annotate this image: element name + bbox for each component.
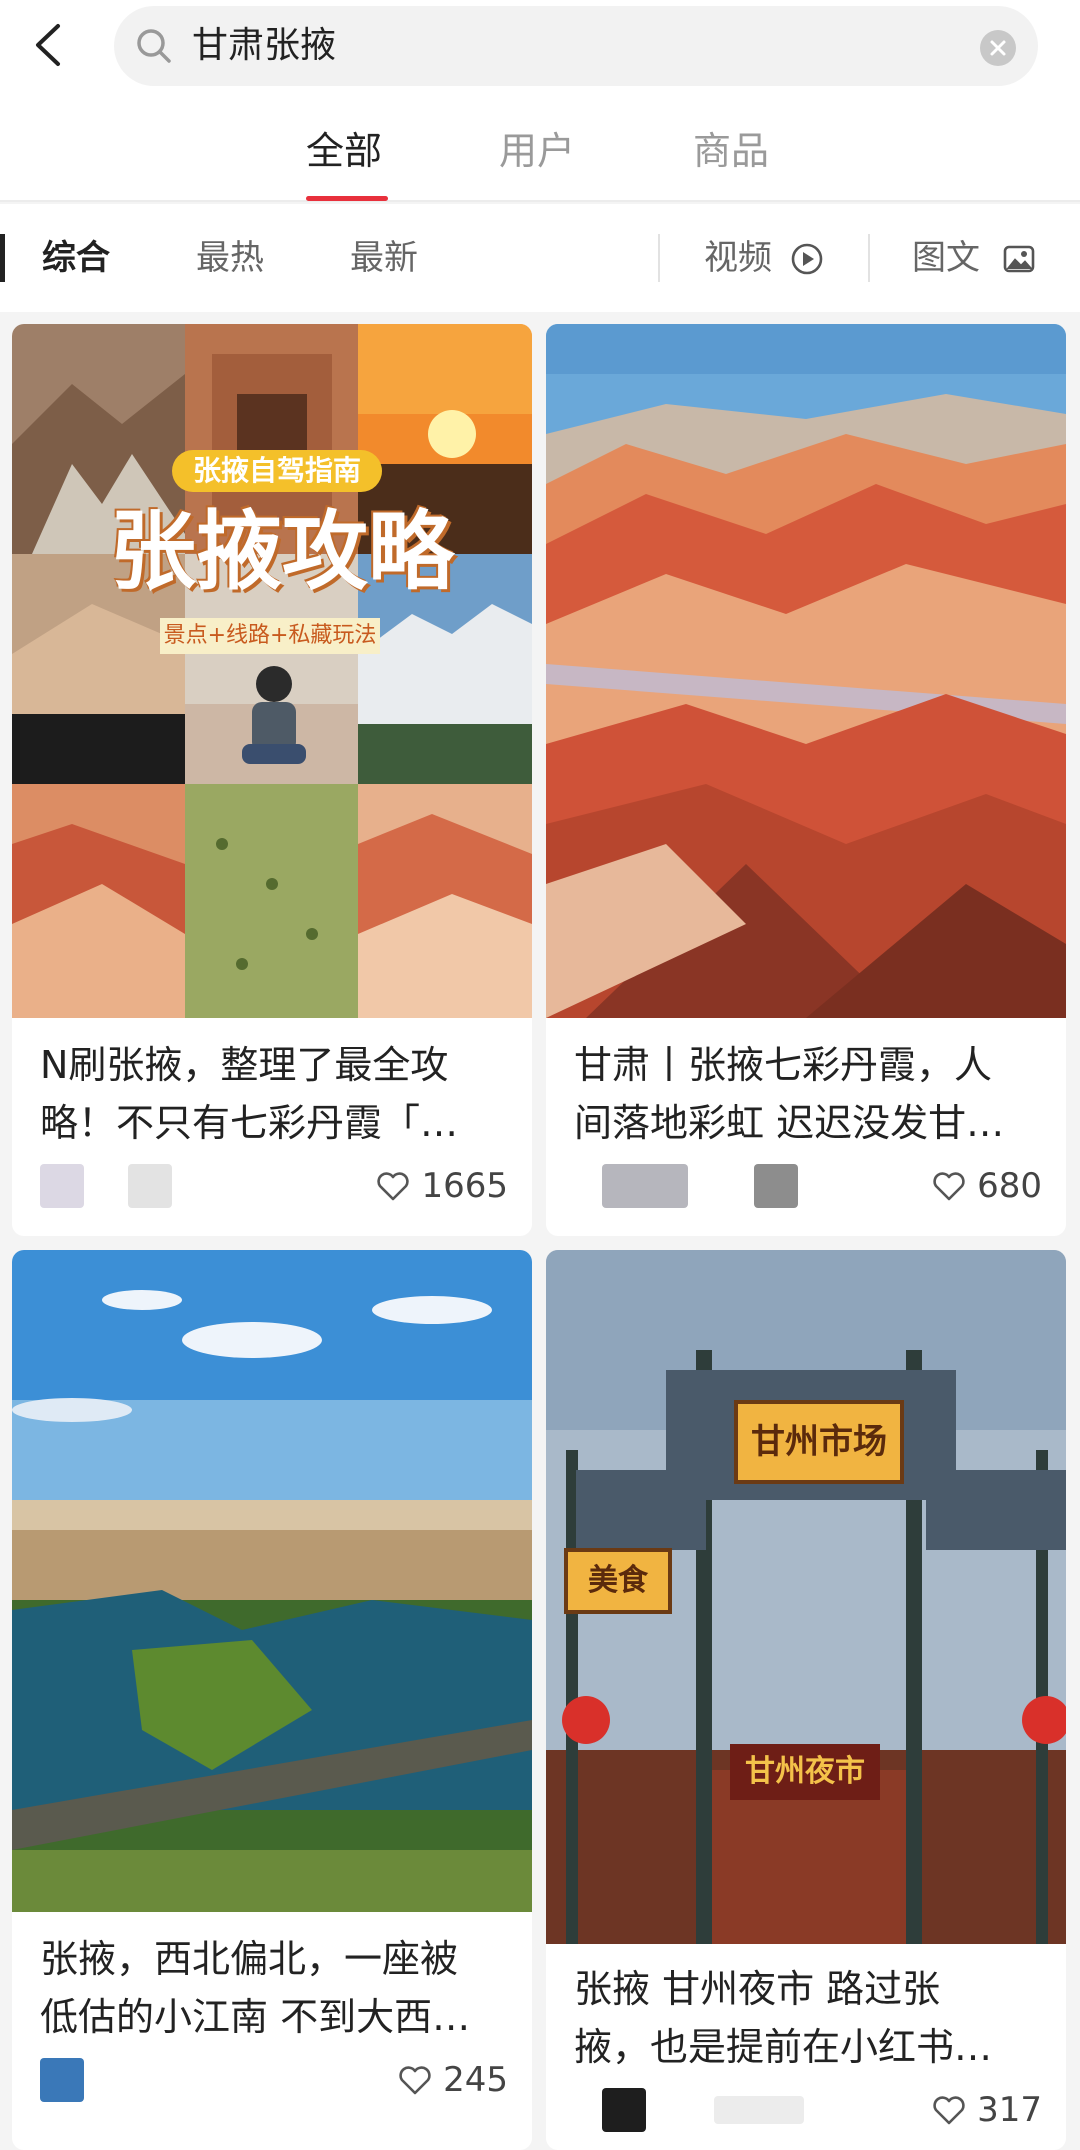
cover-subtitle: 景点+线路+私藏玩法 (160, 618, 380, 654)
search-input[interactable]: 甘肃张掖 (192, 24, 336, 68)
cover-title: 张掖攻略 (110, 502, 454, 602)
tab-users[interactable]: 用户 (499, 128, 575, 174)
note-title: 张掖，西北偏北，一座被 低估的小江南 不到大西… (40, 1937, 471, 2039)
like-button[interactable]: 245 (397, 2058, 508, 2102)
filter-edge-marker (0, 234, 5, 282)
like-count: 317 (977, 2090, 1042, 2130)
like-button[interactable]: 680 (931, 1164, 1042, 1208)
filter-image-text[interactable]: 图文 (912, 234, 980, 282)
search-icon (137, 29, 171, 63)
active-tab-indicator (306, 196, 388, 201)
note-card[interactable]: 甘肃丨张掖七彩丹霞，人 间落地彩虹 迟迟没发甘… 680 (546, 324, 1066, 1236)
note-title: 张掖 甘州夜市 路过张 掖，也是提前在小红书… (574, 1967, 993, 2069)
cover-sign-night: 甘州夜市 (730, 1744, 880, 1800)
heart-icon (933, 1172, 965, 1201)
top-bar: 甘肃张掖 (0, 0, 1080, 90)
cover-tagline: 张掖自驾指南 (172, 450, 382, 492)
cover-sign-left: 美食 (564, 1548, 672, 1614)
note-title: 甘肃丨张掖七彩丹霞，人 间落地彩虹 迟迟没发甘… (574, 1043, 1005, 1145)
filter-comprehensive[interactable]: 综合 (42, 234, 110, 282)
like-count: 245 (443, 2060, 508, 2100)
filter-divider (658, 234, 660, 282)
cover-sign-main: 甘州市场 (734, 1400, 904, 1484)
note-title: N刷张掖，整理了最全攻 略！不只有七彩丹霞「… (40, 1043, 459, 1145)
avatar (40, 2058, 84, 2102)
avatar (602, 1164, 688, 1208)
tab-all[interactable]: 全部 (306, 128, 382, 174)
note-author[interactable] (574, 2088, 814, 2132)
note-card[interactable]: 甘州市场 美食 甘州夜市 张掖 甘州夜市 路过张 掖，也是提前在小红书… 317 (546, 1250, 1066, 2150)
like-count: 1665 (421, 1166, 508, 1206)
author-name-blurred (128, 1164, 172, 1208)
result-tabs: 全部 用户 商品 (0, 90, 1080, 202)
heart-icon (399, 2066, 431, 2095)
filter-newest[interactable]: 最新 (350, 234, 418, 282)
note-card[interactable]: 张掖自驾指南 张掖攻略 景点+线路+私藏玩法 N刷张掖，整理了最全攻 略！不只有… (12, 324, 532, 1236)
note-cover-image (546, 324, 1066, 1018)
heart-icon (377, 1172, 410, 1201)
note-cover-image: 甘州市场 美食 甘州夜市 (546, 1250, 1066, 1944)
note-card[interactable]: 张掖，西北偏北，一座被 低估的小江南 不到大西… 245 (12, 1250, 532, 2150)
note-cover-image (12, 1250, 532, 1912)
avatar (602, 2088, 646, 2132)
back-button[interactable] (28, 18, 68, 72)
image-icon (1003, 245, 1035, 273)
note-author[interactable] (574, 1164, 814, 1208)
filter-hottest[interactable]: 最热 (196, 234, 264, 282)
play-icon (791, 243, 823, 275)
note-cover-image: 张掖自驾指南 张掖攻略 景点+线路+私藏玩法 (12, 324, 532, 1018)
filter-video[interactable]: 视频 (704, 234, 772, 282)
author-name-blurred (754, 1164, 798, 1208)
chevron-left-icon (36, 24, 60, 66)
heart-icon (933, 2096, 965, 2125)
note-author[interactable] (40, 2058, 100, 2102)
note-author[interactable] (40, 1164, 180, 1208)
filter-divider (868, 234, 870, 282)
like-button[interactable]: 1665 (375, 1164, 508, 1208)
like-button[interactable]: 317 (931, 2088, 1042, 2132)
search-box[interactable]: 甘肃张掖 (114, 6, 1038, 86)
avatar (40, 1164, 84, 1208)
author-name-blurred (714, 2096, 804, 2124)
clear-search-button[interactable] (980, 30, 1016, 66)
tab-products[interactable]: 商品 (693, 128, 769, 174)
filter-bar: 综合 最热 最新 视频 图文 (0, 204, 1080, 312)
like-count: 680 (977, 1166, 1042, 1206)
close-icon (990, 40, 1006, 56)
